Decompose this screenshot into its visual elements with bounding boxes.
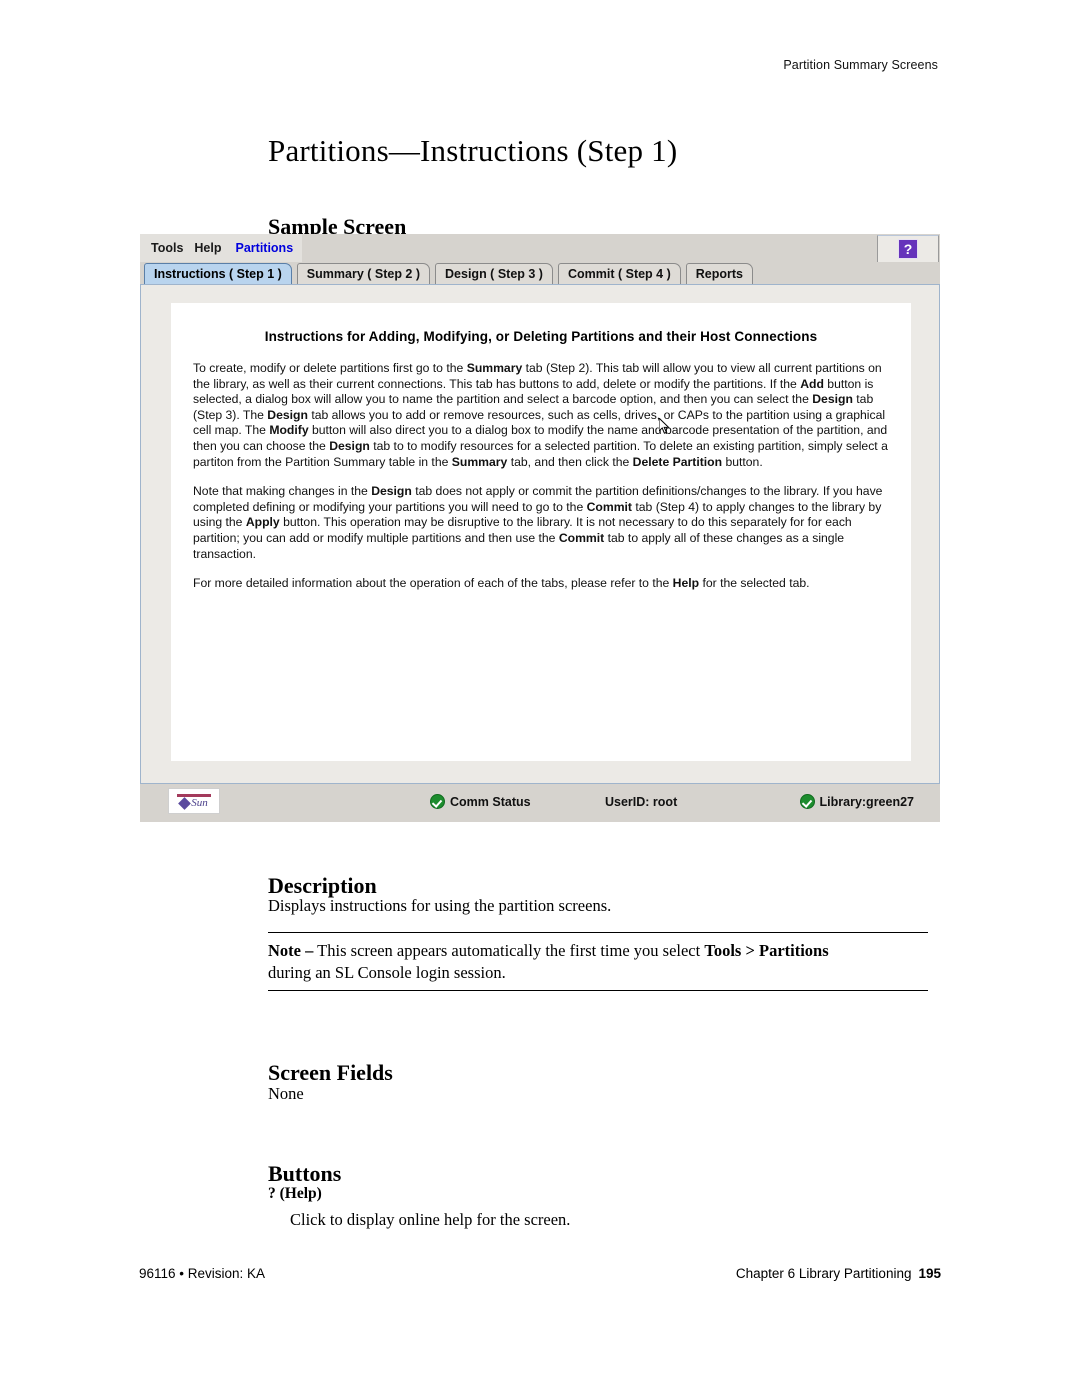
question-mark-icon: ? <box>898 239 918 259</box>
description-text: Displays instructions for using the part… <box>268 896 612 915</box>
para1-bold8: Delete Partition <box>632 454 723 469</box>
check-circle-icon <box>799 794 815 809</box>
status-userid-label: UserID: root <box>605 794 678 809</box>
tab-design-step-3[interactable]: Design ( Step 3 ) <box>435 263 553 284</box>
note-block: Note – This screen appears automatically… <box>268 932 928 991</box>
para2-bold2: Commit <box>586 499 632 514</box>
status-library-label: Library:green27 <box>819 794 914 809</box>
app-tabstrip: Instructions ( Step 1 ) Summary ( Step 2… <box>140 262 940 284</box>
para1-seg9: button. <box>722 454 763 469</box>
para1-seg8: tab, and then click the <box>507 454 633 469</box>
para1-bold7: Summary <box>451 454 508 469</box>
footer-chapter: Chapter 6 Library Partitioning <box>735 1266 912 1281</box>
button-help-description: Click to display online help for the scr… <box>290 1210 571 1229</box>
note-text: Note – This screen appears automatically… <box>268 933 928 990</box>
instructions-paragraph-3: For more detailed information about the … <box>193 576 889 592</box>
para1-bold5: Modify <box>269 423 309 438</box>
menu-item-help[interactable]: Help <box>194 234 221 262</box>
sun-logo-row: Sun <box>178 796 208 810</box>
para2-bold1: Design <box>371 484 412 499</box>
status-library: Library:green27 <box>799 794 914 809</box>
para1-bold2: Add <box>800 376 824 391</box>
para1-bold6: Design <box>329 438 370 453</box>
sun-logo-text: Sun <box>191 796 208 809</box>
status-comm: Comm Status <box>430 794 531 809</box>
note-rule-bottom <box>268 990 928 991</box>
para1-bold3: Design <box>812 392 853 407</box>
sun-diamond-icon <box>178 796 192 810</box>
note-bold: Tools > Partitions <box>704 941 829 960</box>
note-seg2: during an SL Console login session. <box>268 963 506 982</box>
para3-seg1: For more detailed information about the … <box>193 576 673 591</box>
status-userid: UserID: root <box>605 795 677 809</box>
para1-bold1: Summary <box>466 361 523 375</box>
note-seg1: This screen appears automatically the fi… <box>313 941 705 960</box>
tab-instructions-step-1[interactable]: Instructions ( Step 1 ) <box>144 263 292 284</box>
para3-seg2: for the selected tab. <box>699 576 810 591</box>
para2-seg1: Note that making changes in the <box>193 484 372 499</box>
instructions-paragraph-1: To create, modify or delete partitions f… <box>193 361 889 470</box>
instructions-card: Instructions for Adding, Modifying, or D… <box>171 303 911 761</box>
status-comm-label: Comm Status <box>450 794 531 809</box>
para2-bold3: Apply <box>245 515 280 530</box>
footer-right: Chapter 6 Library Partitioning 195 <box>736 1266 941 1281</box>
tab-commit-step-4[interactable]: Commit ( Step 4 ) <box>557 263 681 284</box>
para1-seg1: To create, modify or delete partitions f… <box>193 361 467 375</box>
help-button[interactable]: ? <box>877 235 939 263</box>
sample-screen-figure: Tools Help Partitions ? Instructions ( S… <box>140 234 940 822</box>
check-circle-icon <box>430 794 445 809</box>
note-label: Note – <box>268 941 314 960</box>
footer-left: 96116 • Revision: KA <box>139 1266 266 1281</box>
tab-summary-step-2[interactable]: Summary ( Step 2 ) <box>296 263 431 284</box>
footer-page-number: 195 <box>918 1266 941 1281</box>
app-menubar: Tools Help Partitions ? <box>140 234 940 263</box>
instructions-paragraph-2: Note that making changes in the Design t… <box>193 484 889 562</box>
para3-bold1: Help <box>672 576 700 591</box>
menu-item-partitions[interactable]: Partitions <box>236 234 294 262</box>
para2-bold4: Commit <box>558 530 605 545</box>
button-help-label: ? (Help) <box>268 1185 322 1202</box>
screen-fields-text: None <box>268 1084 304 1103</box>
app-statusbar: Sun Comm Status UserID: root Library:gre… <box>140 784 940 819</box>
menu-item-tools[interactable]: Tools <box>151 234 183 262</box>
app-content-panel: Instructions for Adding, Modifying, or D… <box>140 284 940 784</box>
tab-reports[interactable]: Reports <box>685 263 753 284</box>
para1-bold4: Design <box>267 407 308 422</box>
instructions-title: Instructions for Adding, Modifying, or D… <box>264 329 818 344</box>
page-title: Partitions—Instructions (Step 1) <box>268 132 678 168</box>
running-head: Partition Summary Screens <box>783 58 938 72</box>
sun-logo-icon: Sun <box>168 788 220 814</box>
